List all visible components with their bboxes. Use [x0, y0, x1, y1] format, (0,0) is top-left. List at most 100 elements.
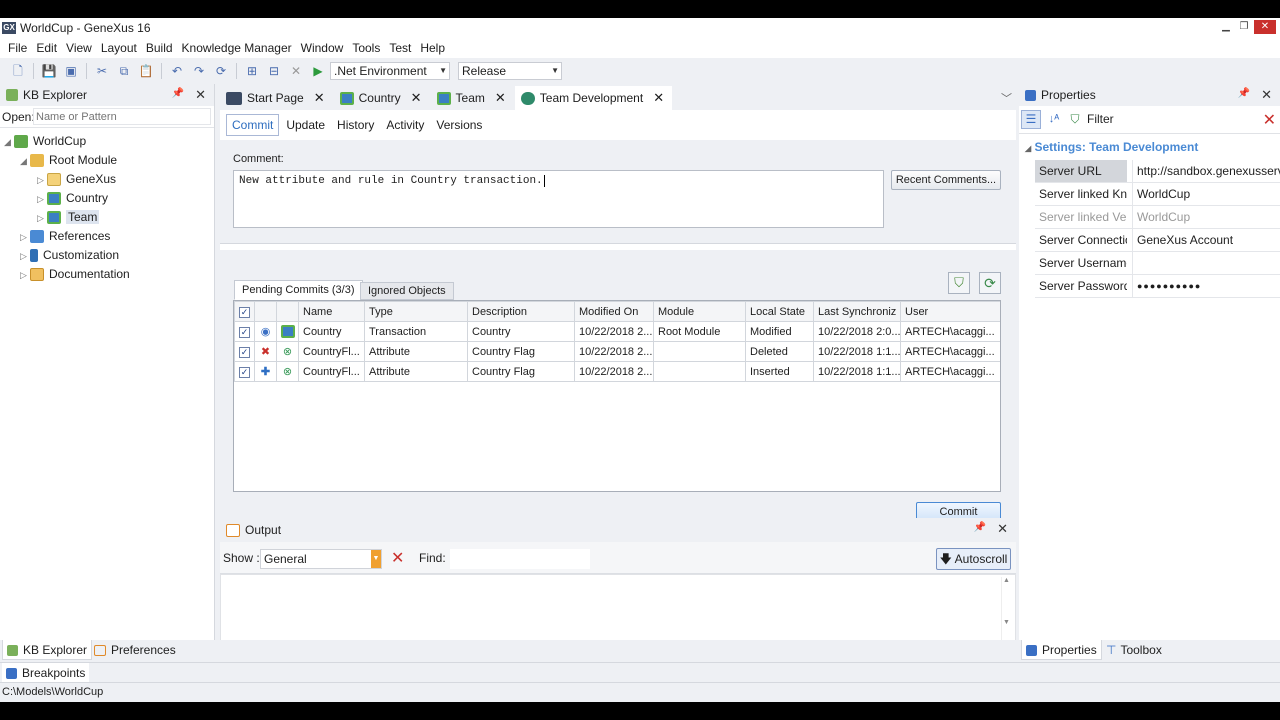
property-value[interactable] — [1132, 252, 1280, 274]
menu-tools[interactable]: Tools — [352, 41, 380, 55]
redo-icon[interactable]: ↷ — [189, 62, 209, 80]
tab-team-development[interactable]: Team Development ✕ — [514, 86, 673, 110]
menu-test[interactable]: Test — [389, 41, 411, 55]
table-row[interactable]: ✓ ✖ ⊗ CountryFl... Attribute Country Fla… — [234, 341, 1000, 362]
pin-icon[interactable]: 📌 — [974, 522, 986, 533]
tab-toolbox[interactable]: ⊤ Toolbox — [1102, 640, 1166, 660]
filter-icon[interactable]: ⛉ — [1066, 110, 1084, 129]
sort-alpha-icon[interactable]: ↓ᴬ — [1045, 110, 1063, 129]
header-description[interactable]: Description — [467, 301, 575, 322]
header-type[interactable]: Type — [364, 301, 468, 322]
menu-edit[interactable]: Edit — [36, 41, 57, 55]
environment-select[interactable]: .Net Environment ▼ — [330, 62, 450, 80]
comment-textarea[interactable]: New attribute and rule in Country transa… — [233, 170, 884, 228]
row-checkbox[interactable]: ✓ — [239, 346, 250, 358]
close-icon[interactable]: ✕ — [314, 90, 325, 106]
tab-kb-explorer[interactable]: KB Explorer — [2, 640, 93, 660]
open-search-input[interactable] — [33, 108, 211, 125]
property-row-linked-version[interactable]: Server linked Vers WorldCup — [1035, 206, 1280, 229]
subtab-commit[interactable]: Commit — [226, 114, 280, 136]
tab-overflow-chevron-icon[interactable]: ﹀ — [1001, 90, 1012, 106]
property-value[interactable]: http://sandbox.genexusserver — [1132, 160, 1280, 182]
row-checkbox-cell[interactable]: ✓ — [234, 361, 255, 382]
undo-icon[interactable]: ↶ — [167, 62, 187, 80]
tree-node-documentation[interactable]: ▷ Documentation — [20, 265, 130, 284]
property-value[interactable]: WorldCup — [1132, 183, 1280, 205]
clear-filter-icon[interactable]: ✕ — [1263, 110, 1276, 130]
tree-node-team[interactable]: ▷ Team — [37, 208, 100, 227]
clear-icon[interactable]: ✕ — [391, 548, 404, 568]
row-checkbox[interactable]: ✓ — [239, 326, 250, 338]
close-icon[interactable]: ✕ — [195, 87, 206, 103]
table-row[interactable]: ✓ ◉ Country Transaction Country 10/22/20… — [234, 321, 1000, 342]
subtab-history[interactable]: History — [332, 115, 379, 135]
save-icon[interactable]: 💾 — [39, 62, 59, 80]
menu-help[interactable]: Help — [420, 41, 445, 55]
close-icon[interactable]: ✕ — [411, 90, 422, 106]
header-local-state[interactable]: Local State — [745, 301, 814, 322]
tree-node-root-module[interactable]: ◢ Root Module — [20, 151, 117, 170]
vertical-scrollbar[interactable]: ▲ ▼ — [1001, 577, 1011, 643]
close-icon[interactable]: ✕ — [653, 90, 664, 106]
tab-breakpoints[interactable]: Breakpoints — [2, 663, 90, 683]
menu-file[interactable]: File — [8, 41, 27, 55]
subtab-activity[interactable]: Activity — [381, 115, 429, 135]
menu-window[interactable]: Window — [301, 41, 344, 55]
property-value[interactable]: ●●●●●●●●●● — [1132, 275, 1280, 297]
tree-node-references[interactable]: ▷ References — [20, 227, 110, 246]
tab-properties[interactable]: Properties — [1021, 640, 1102, 660]
table-row[interactable]: ✓ ✚ ⊗ CountryFl... Attribute Country Fla… — [234, 361, 1000, 382]
filter-icon[interactable]: ⛉ — [948, 272, 970, 294]
header-checkbox-cell[interactable]: ✓ — [234, 301, 255, 322]
tree-node-country[interactable]: ▷ Country — [37, 189, 108, 208]
header-user[interactable]: User — [900, 301, 1000, 322]
configuration-select[interactable]: Release ▼ — [458, 62, 562, 80]
header-name[interactable]: Name — [298, 301, 365, 322]
close-icon[interactable]: ✕ — [495, 90, 506, 106]
close-icon[interactable]: ✕ — [997, 521, 1008, 537]
find-input[interactable] — [450, 549, 590, 569]
build-all-icon[interactable]: ⊟ — [264, 62, 284, 80]
copy-icon[interactable]: ⧉ — [114, 62, 134, 80]
run-icon[interactable]: ▶ — [308, 62, 328, 80]
build-icon[interactable]: ⊞ — [242, 62, 262, 80]
tree-node-worldcup[interactable]: ◢ WorldCup — [4, 132, 86, 151]
paste-icon[interactable]: 📋 — [136, 62, 156, 80]
filter-input[interactable]: Filter — [1087, 112, 1257, 129]
subtab-versions[interactable]: Versions — [431, 115, 487, 135]
minimize-icon[interactable]: ▁ — [1218, 20, 1234, 34]
tree-node-customization[interactable]: ▷ Customization — [20, 246, 119, 265]
pin-icon[interactable]: 📌 — [172, 88, 184, 99]
row-checkbox[interactable]: ✓ — [239, 366, 250, 378]
menu-layout[interactable]: Layout — [101, 41, 137, 55]
autoscroll-button[interactable]: 🡇 Autoscroll — [936, 548, 1011, 570]
tab-ignored-objects[interactable]: Ignored Objects — [360, 282, 454, 300]
menu-build[interactable]: Build — [146, 41, 173, 55]
tab-team[interactable]: Team ✕ — [430, 86, 514, 110]
property-value[interactable]: GeneXus Account — [1132, 229, 1280, 251]
subtab-update[interactable]: Update — [281, 115, 330, 135]
property-row-username[interactable]: Server Username — [1035, 252, 1280, 275]
property-row-linked-kb[interactable]: Server linked Kno WorldCup — [1035, 183, 1280, 206]
save-all-icon[interactable]: ▣ — [61, 62, 81, 80]
menu-view[interactable]: View — [66, 41, 92, 55]
restore-icon[interactable]: ❐ — [1236, 20, 1252, 34]
tree-node-genexus[interactable]: ▷ GeneXus — [37, 170, 116, 189]
header-last-sync[interactable]: Last Synchroniz — [813, 301, 901, 322]
row-checkbox-cell[interactable]: ✓ — [234, 321, 255, 342]
refresh-icon[interactable]: ⟳ — [979, 272, 1001, 294]
tab-pending-commits[interactable]: Pending Commits (3/3) — [234, 280, 363, 300]
new-icon[interactable]: 🗋 — [8, 62, 28, 80]
property-row-connection[interactable]: Server Connectior GeneXus Account — [1035, 229, 1280, 252]
tab-country[interactable]: Country ✕ — [333, 86, 430, 110]
cancel-build-icon[interactable]: ✕ — [286, 62, 306, 80]
tab-preferences[interactable]: Preferences — [90, 640, 180, 660]
select-all-checkbox[interactable]: ✓ — [239, 306, 250, 318]
row-checkbox-cell[interactable]: ✓ — [234, 341, 255, 362]
recent-comments-button[interactable]: Recent Comments... — [891, 170, 1001, 190]
close-window-icon[interactable]: ✕ — [1254, 20, 1276, 34]
header-modified-on[interactable]: Modified On — [574, 301, 654, 322]
property-row-password[interactable]: Server Password ●●●●●●●●●● — [1035, 275, 1280, 298]
header-module[interactable]: Module — [653, 301, 746, 322]
menu-knowledge-manager[interactable]: Knowledge Manager — [182, 41, 292, 55]
